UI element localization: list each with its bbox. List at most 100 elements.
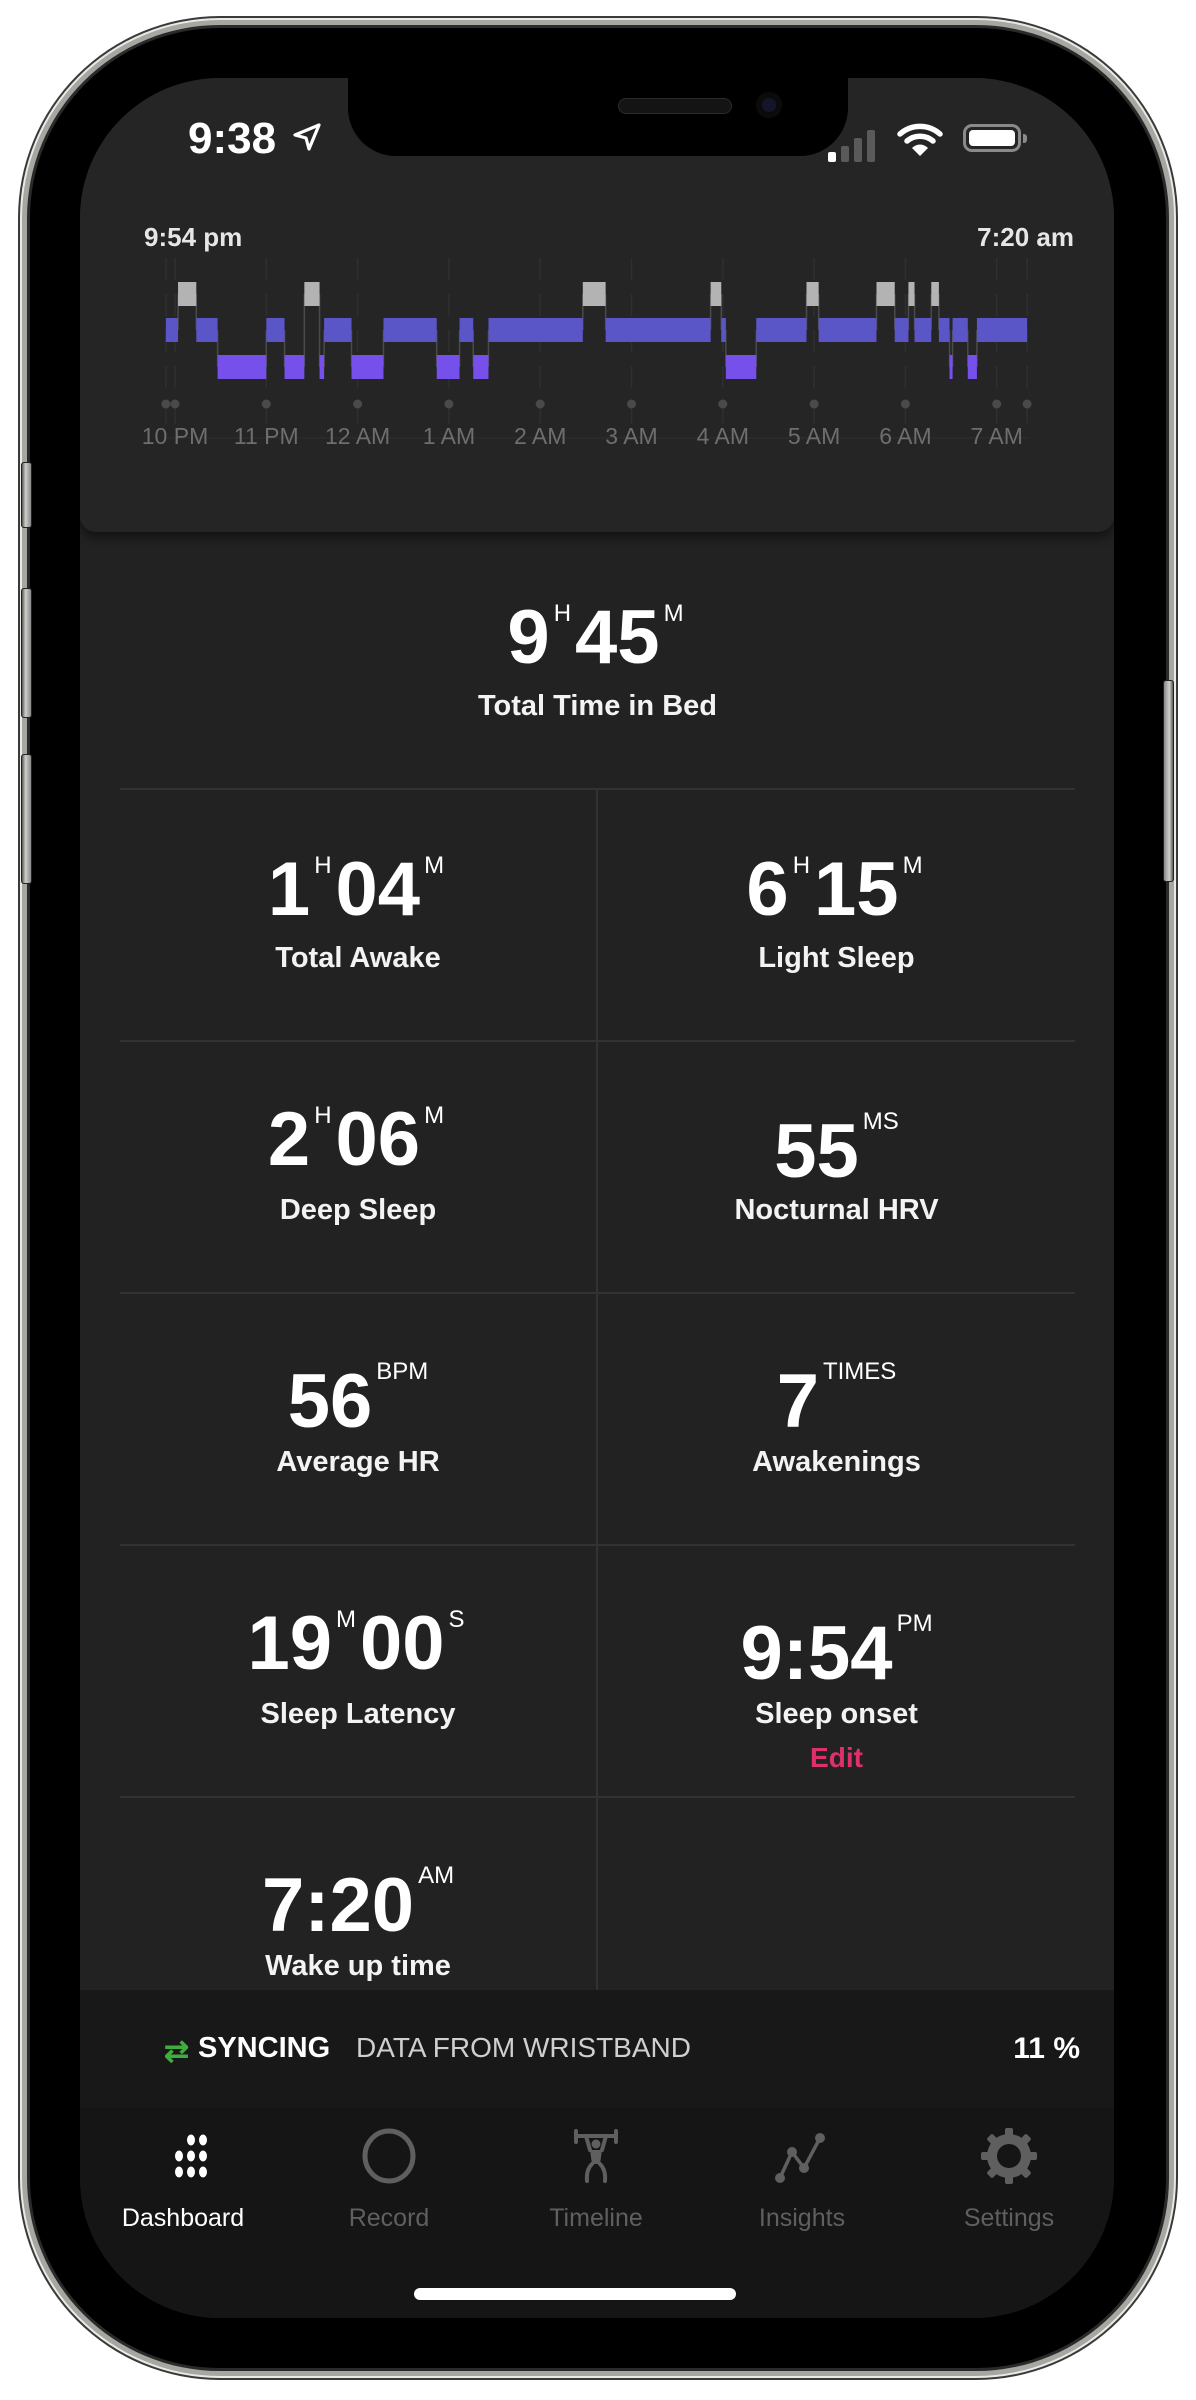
segment-light [324,318,352,342]
time-marker [161,399,171,409]
segment-deep [217,355,267,379]
segment-deep [284,355,305,379]
stat-label: Awakenings [752,1446,921,1478]
silent-switch [21,462,32,528]
volume-down-button [21,754,32,884]
segment-light [196,318,218,342]
line-chart-icon [775,2133,825,2183]
stat-wake-up-time: 7:20 AM Wake up time [120,1798,598,1990]
segment-light [938,318,950,342]
battery-icon [963,124,1027,152]
tab-timeline[interactable]: Timeline [493,2126,699,2246]
stat-sleep-latency: 19 M00 S Sleep Latency [120,1546,598,1798]
tab-label: Record [348,2204,430,2232]
time-marker [900,399,910,409]
chart-end-time: 7:20 am [977,222,1074,252]
segment-light [266,318,285,342]
stats-grid: 9 H45 M Total Time in Bed 1 H04 M Total Awak… [120,532,1075,1990]
time-marker [444,399,454,409]
stat-value: 1 H04 M [267,847,445,932]
sync-status-bar: ⇄ SYNCING DATA FROM WRISTBAND 11 % [80,1990,1114,2108]
tab-label: Dashboard [121,2204,245,2232]
tick-label: 11 PM [234,423,299,449]
stat-value: 6 H15 M [746,847,923,932]
time-marker [353,399,363,409]
stat-value: 19 M00 S [247,1601,465,1686]
tab-record[interactable]: Record [286,2126,492,2246]
stat-total-awake: 1 H04 M Total Awake [120,790,598,1042]
sync-status-detail: DATA FROM WRISTBAND [356,2032,691,2063]
segment-deep [351,355,384,379]
segment-light [952,318,968,342]
time-marker [718,399,728,409]
stat-label: Wake up time [265,1950,451,1982]
power-button [1163,680,1174,882]
stat-label: Average HR [276,1446,440,1478]
screen: 9:38 9:54 pm 7:20 am 10 PM 11 PM 12 AM 1 AM… [80,78,1114,2318]
stat-label: Total Awake [275,942,441,974]
tab-dashboard[interactable]: Dashboard [80,2126,286,2246]
stat-value: 7 TIMES [776,1358,897,1444]
time-marker [992,399,1002,409]
stat-value: 7:20 AM [261,1862,455,1948]
segment-deep [436,355,460,379]
tick-label: 1 AM [423,423,475,449]
tick-label: 10 PM [142,423,208,449]
segment-awake [710,282,722,306]
notch [348,78,848,156]
location-arrow-icon [293,123,321,151]
segment-light [605,318,711,342]
home-indicator[interactable] [414,2288,736,2300]
tick-label: 5 AM [788,423,840,449]
sleep-chart-card: 9:38 9:54 pm 7:20 am 10 PM 11 PM 12 AM 1 AM… [80,78,1114,532]
stat-awakenings: 7 TIMES Awakenings [598,1294,1075,1546]
stat-total-time-in-bed: 9 H45 M Total Time in Bed [120,532,1075,790]
segment-light [165,318,179,342]
segment-awake [931,282,939,306]
edit-sleep-onset-button[interactable]: Edit [598,1742,1075,1774]
segment-deep [725,355,757,379]
segment-light [488,318,583,342]
stat-label: Light Sleep [758,942,915,974]
tab-label: Settings [963,2204,1055,2232]
tick-label: 2 AM [514,423,566,449]
segment-awake [178,282,197,306]
time-marker [627,399,636,409]
wifi-icon [897,123,943,156]
status-time: 9:38 [188,114,277,163]
segment-light [818,318,877,342]
time-marker [261,399,271,409]
stat-value: 55 MS [774,1108,899,1194]
stat-value: 9 H45 M [507,595,684,680]
segment-light [721,318,726,342]
time-marker [170,399,180,409]
stat-label: Total Time in Bed [477,690,717,722]
tick-label: 6 AM [879,423,931,449]
tab-bar: Dashboard Record Timeline Insights Setti… [80,2108,1114,2318]
segment-awake [876,282,895,306]
sync-percent: 11 % [1013,2032,1080,2065]
stat-label: Sleep Latency [260,1698,456,1730]
segment-light [459,318,474,342]
segment-awake [304,282,320,306]
tab-label: Insights [758,2204,846,2232]
stat-value: 56 BPM [287,1358,429,1444]
segment-light [383,318,437,342]
segment-awake [908,282,915,306]
segment-deep [473,355,489,379]
segment-light [976,318,1028,342]
stat-label: Deep Sleep [279,1194,437,1226]
sleep-hypnogram: 10 PM 11 PM 12 AM 1 AM 2 AM 3 AM 4 AM 5 AM 6 AM 7… [142,258,1032,449]
stat-empty-cell [598,1798,1075,1990]
stat-value: 2 H06 M [267,1097,445,1182]
time-marker [809,399,819,409]
tab-insights[interactable]: Insights [699,2126,905,2246]
tab-settings[interactable]: Settings [906,2126,1112,2246]
volume-up-button [21,588,32,718]
tick-label: 3 AM [605,423,657,449]
stat-nocturnal-hrv: 55 MS Nocturnal HRV [598,1042,1075,1294]
segment-deep [967,355,977,379]
segment-light [914,318,932,342]
sync-status-label: SYNCING [198,2032,331,2064]
stat-sleep-onset: 9:54 PM Sleep onset Edit [598,1546,1075,1798]
